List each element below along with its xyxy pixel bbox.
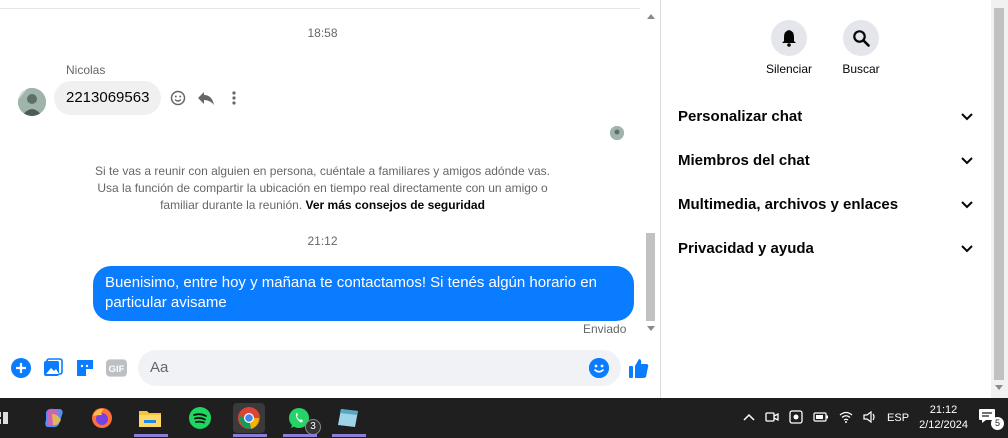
safety-notice: Si te vas a reunir con alguien en person… [90,163,555,214]
section-media-files-links[interactable]: Multimedia, archivos y enlaces [678,196,974,222]
section-label: Privacidad y ayuda [678,240,814,257]
section-label: Miembros del chat [678,152,810,169]
incoming-message[interactable]: 2213069563 [54,81,162,115]
chat-top-divider [0,8,640,9]
wifi-icon[interactable] [839,411,853,426]
search-button[interactable]: Buscar [831,20,891,76]
section-customize-chat[interactable]: Personalizar chat [678,108,974,134]
chat-info-panel: Silenciar Buscar Personalizar chat Miemb… [661,0,991,398]
react-smiley-icon[interactable] [168,88,188,108]
chevron-up-icon[interactable] [743,412,755,424]
like-thumb-icon[interactable] [628,357,650,384]
chevron-down-icon [960,110,974,128]
firefox-icon[interactable] [86,403,118,433]
scroll-up-icon[interactable] [647,14,655,19]
spotify-icon[interactable] [184,403,216,433]
timestamp: 18:58 [307,26,338,40]
chevron-down-icon [960,242,974,260]
composer-actions: GIF [10,357,127,378]
sender-name: Nicolas [66,63,106,77]
reply-icon[interactable] [196,88,216,108]
outgoing-message[interactable]: Buenisimo, entre hoy y mañana te contact… [93,266,634,321]
file-explorer-icon[interactable] [134,403,168,437]
page-scroll-thumb[interactable] [994,8,1004,380]
mute-label: Silenciar [765,62,813,76]
message-input[interactable]: Aa [138,350,621,386]
clock-time: 21:12 [929,404,958,416]
chrome-icon[interactable] [233,403,267,437]
seen-avatar [610,126,624,140]
chevron-down-icon [960,198,974,216]
avatar[interactable] [18,88,46,116]
bell-icon [771,20,807,56]
timestamp: 21:12 [307,234,338,248]
search-icon [843,20,879,56]
whatsapp-badge: 3 [305,419,321,435]
chevron-down-icon [960,154,974,172]
gif-icon[interactable]: GIF [106,357,127,378]
section-label: Multimedia, archivos y enlaces [678,196,899,213]
message-status: Enviado [583,322,627,336]
safety-link[interactable]: Ver más consejos de seguridad [306,198,485,212]
section-privacy-help[interactable]: Privacidad y ayuda [678,240,974,266]
notification-icon[interactable]: 5 [978,408,1004,430]
message-input-placeholder: Aa [150,359,169,376]
photo-icon[interactable] [42,357,63,378]
more-options-icon[interactable] [224,88,244,108]
clock-date: 2/12/2024 [919,419,968,431]
system-tray: ESP 21:12 2/12/2024 5 [743,398,1004,438]
section-chat-members[interactable]: Miembros del chat [678,152,974,178]
capture-icon[interactable] [789,409,803,427]
meet-now-icon[interactable] [765,410,779,427]
sticker-icon[interactable] [74,357,95,378]
message-actions [168,88,244,108]
gif-label: GIF [109,363,125,374]
scroll-down-icon[interactable] [647,326,655,331]
copilot-icon[interactable] [38,403,70,433]
volume-icon[interactable] [863,410,877,426]
scroll-down-icon[interactable] [995,385,1003,390]
task-view-icon[interactable] [0,403,12,433]
battery-icon[interactable] [813,411,829,425]
notes-app-icon[interactable] [332,403,366,437]
mute-button[interactable]: Silenciar [759,20,819,76]
language-indicator[interactable]: ESP [887,412,909,424]
whatsapp-icon[interactable]: 3 [283,403,321,437]
search-label: Buscar [842,62,880,76]
emoji-icon[interactable] [589,358,609,378]
messenger-window: 18:58 Nicolas 2213069563 Si te vas a reu… [0,0,1008,398]
chat-panel: 18:58 Nicolas 2213069563 Si te vas a reu… [0,0,661,398]
notification-count: 5 [991,417,1004,430]
chat-scroll-thumb[interactable] [646,233,655,321]
plus-icon[interactable] [10,357,31,378]
taskbar: 3 ESP 21:12 2/12/2024 5 [0,398,1008,438]
section-label: Personalizar chat [678,108,803,125]
clock[interactable]: 21:12 2/12/2024 [919,403,968,433]
